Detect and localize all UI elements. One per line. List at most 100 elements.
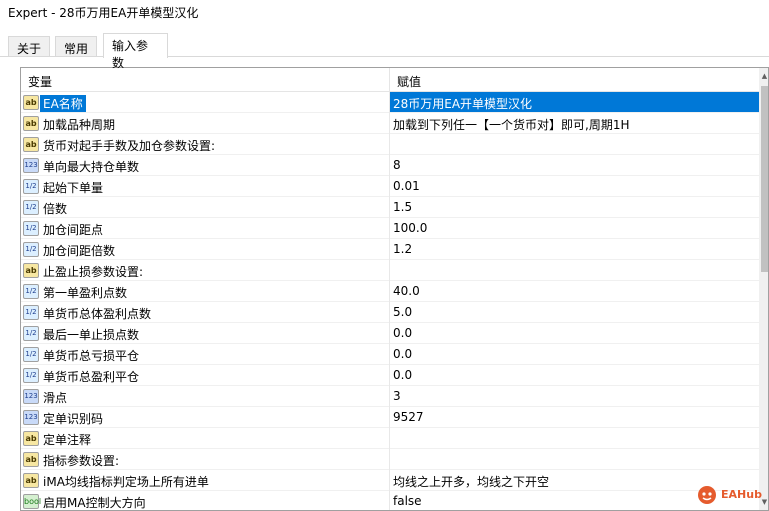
parameter-value[interactable]: 40.0 — [393, 284, 420, 298]
column-header-value[interactable]: 赋值 — [397, 73, 421, 90]
parameter-value[interactable]: 0.0 — [393, 347, 412, 361]
parameter-name-cell[interactable]: ab EA名称 — [21, 92, 389, 113]
watermark-text: EAHub — [721, 488, 762, 501]
parameter-name-cell[interactable]: 1/2 单货币总亏损平仓 — [21, 344, 389, 365]
string-type-icon: ab — [23, 95, 39, 110]
grid-header: 变量 赋值 — [21, 68, 759, 92]
parameter-value[interactable]: 9527 — [393, 410, 424, 424]
parameter-name-cell[interactable]: 1/2 最后一单止损点数 — [21, 323, 389, 344]
parameter-value[interactable]: 0.0 — [393, 368, 412, 382]
parameter-value[interactable]: 0.01 — [393, 179, 420, 193]
parameter-value[interactable]: 加载到下列任一【一个货币对】即可,周期1H — [393, 116, 629, 133]
parameter-value[interactable]: 均线之上开多，均线之下开空 — [393, 473, 549, 490]
parameter-name-cell[interactable]: ab 指标参数设置: — [21, 449, 389, 470]
integer-type-icon: 123 — [23, 410, 39, 425]
table-row[interactable]: 1/2 单货币总体盈利点数 5.0 — [21, 302, 759, 323]
bool-type-icon: bool — [23, 494, 41, 509]
tab-inputs[interactable]: 输入参数 — [103, 33, 168, 70]
parameter-name-cell[interactable]: 1/2 单货币总体盈利点数 — [21, 302, 389, 323]
eahub-logo-icon — [698, 486, 716, 504]
double-type-icon: 1/2 — [23, 326, 39, 341]
table-row[interactable]: ab 货币对起手手数及加仓参数设置: — [21, 134, 759, 155]
vertical-scrollbar[interactable]: ▲ ▼ — [759, 68, 768, 510]
parameter-name: 货币对起手手数及加仓参数设置: — [43, 139, 216, 153]
table-row[interactable]: ab iMA均线指标判定场上所有进单 均线之上开多，均线之下开空 — [21, 470, 759, 491]
cell-divider — [389, 281, 390, 302]
table-row[interactable]: ab 加载品种周期 加载到下列任一【一个货币对】即可,周期1H — [21, 113, 759, 134]
table-row[interactable]: 1/2 加仓间距点 100.0 — [21, 218, 759, 239]
parameter-name-cell[interactable]: ab iMA均线指标判定场上所有进单 — [21, 470, 389, 491]
parameter-value[interactable]: 1.2 — [393, 242, 412, 256]
double-type-icon: 1/2 — [23, 242, 39, 257]
cell-divider — [389, 407, 390, 428]
parameter-name-cell[interactable]: 1/2 加仓间距倍数 — [21, 239, 389, 260]
parameter-name-cell[interactable]: bool 启用MA控制大方向 — [21, 491, 389, 510]
parameter-name-cell[interactable]: ab 货币对起手手数及加仓参数设置: — [21, 134, 389, 155]
parameter-name: 启用MA控制大方向 — [43, 496, 146, 510]
parameter-name-cell[interactable]: ab 定单注释 — [21, 428, 389, 449]
parameter-name-cell[interactable]: 123 单向最大持仓单数 — [21, 155, 389, 176]
parameter-name: 单货币总盈利平仓 — [43, 370, 140, 384]
tab-common-label: 常用 — [64, 42, 89, 56]
table-row[interactable]: 123 滑点 3 — [21, 386, 759, 407]
parameter-value[interactable]: 8 — [393, 158, 401, 172]
tab-about[interactable]: 关于 — [8, 36, 50, 57]
parameter-name: 加载品种周期 — [43, 118, 116, 132]
double-type-icon: 1/2 — [23, 305, 39, 320]
parameter-value[interactable]: false — [393, 494, 422, 508]
parameter-name: 第一单盈利点数 — [43, 286, 128, 300]
double-type-icon: 1/2 — [23, 347, 39, 362]
parameter-name: 指标参数设置: — [43, 454, 120, 468]
parameter-name-cell[interactable]: ab 加载品种周期 — [21, 113, 389, 134]
cell-divider — [389, 428, 390, 449]
cell-divider — [389, 470, 390, 491]
parameter-name-cell[interactable]: 123 定单识别码 — [21, 407, 389, 428]
integer-type-icon: 123 — [23, 389, 39, 404]
table-row[interactable]: 123 定单识别码 9527 — [21, 407, 759, 428]
cell-divider — [389, 134, 390, 155]
table-row[interactable]: 1/2 单货币总盈利平仓 0.0 — [21, 365, 759, 386]
parameter-value[interactable]: 5.0 — [393, 305, 412, 319]
parameter-value[interactable]: 100.0 — [393, 221, 427, 235]
table-row[interactable]: ab 止盈止损参数设置: — [21, 260, 759, 281]
parameter-name: 单向最大持仓单数 — [43, 160, 140, 174]
column-divider[interactable] — [389, 68, 390, 92]
parameter-name-cell[interactable]: 123 滑点 — [21, 386, 389, 407]
parameter-value[interactable]: 3 — [393, 389, 401, 403]
table-row[interactable]: 1/2 单货币总亏损平仓 0.0 — [21, 344, 759, 365]
parameter-value[interactable]: 28币万用EA开单模型汉化 — [390, 92, 759, 112]
table-row[interactable]: 1/2 加仓间距倍数 1.2 — [21, 239, 759, 260]
parameter-name-cell[interactable]: 1/2 单货币总盈利平仓 — [21, 365, 389, 386]
table-row[interactable]: bool 启用MA控制大方向 false — [21, 491, 759, 510]
cell-divider — [389, 113, 390, 134]
parameters-grid: 变量 赋值 ab EA名称 28币万用EA开单模型汉化 ab 加载品种周期 加载到下列任一… — [20, 67, 769, 511]
title-bar: Expert - 28币万用EA开单模型汉化 — [0, 0, 769, 24]
string-type-icon: ab — [23, 431, 39, 446]
parameter-name-cell[interactable]: 1/2 加仓间距点 — [21, 218, 389, 239]
double-type-icon: 1/2 — [23, 221, 39, 236]
table-row[interactable]: 1/2 倍数 1.5 — [21, 197, 759, 218]
table-row[interactable]: 1/2 最后一单止损点数 0.0 — [21, 323, 759, 344]
table-row[interactable]: 123 单向最大持仓单数 8 — [21, 155, 759, 176]
parameter-value[interactable]: 1.5 — [393, 200, 412, 214]
parameter-name: 加仓间距倍数 — [43, 244, 116, 258]
table-row[interactable]: ab 定单注释 — [21, 428, 759, 449]
parameter-name: 单货币总体盈利点数 — [43, 307, 152, 321]
scroll-thumb[interactable] — [761, 86, 768, 272]
parameter-name: 滑点 — [43, 391, 68, 405]
parameter-value[interactable]: 0.0 — [393, 326, 412, 340]
tab-strip: 关于 常用 输入参数 — [0, 33, 769, 70]
table-row[interactable]: 1/2 起始下单量 0.01 — [21, 176, 759, 197]
double-type-icon: 1/2 — [23, 284, 39, 299]
table-row[interactable]: 1/2 第一单盈利点数 40.0 — [21, 281, 759, 302]
parameter-name-cell[interactable]: 1/2 倍数 — [21, 197, 389, 218]
scroll-up-arrow-icon[interactable]: ▲ — [760, 72, 768, 80]
tab-common[interactable]: 常用 — [55, 36, 97, 57]
parameter-name-cell[interactable]: 1/2 起始下单量 — [21, 176, 389, 197]
table-row[interactable]: ab EA名称 28币万用EA开单模型汉化 — [21, 92, 759, 113]
parameter-name-cell[interactable]: 1/2 第一单盈利点数 — [21, 281, 389, 302]
cell-divider — [389, 176, 390, 197]
column-header-variable[interactable]: 变量 — [28, 73, 52, 90]
parameter-name-cell[interactable]: ab 止盈止损参数设置: — [21, 260, 389, 281]
table-row[interactable]: ab 指标参数设置: — [21, 449, 759, 470]
